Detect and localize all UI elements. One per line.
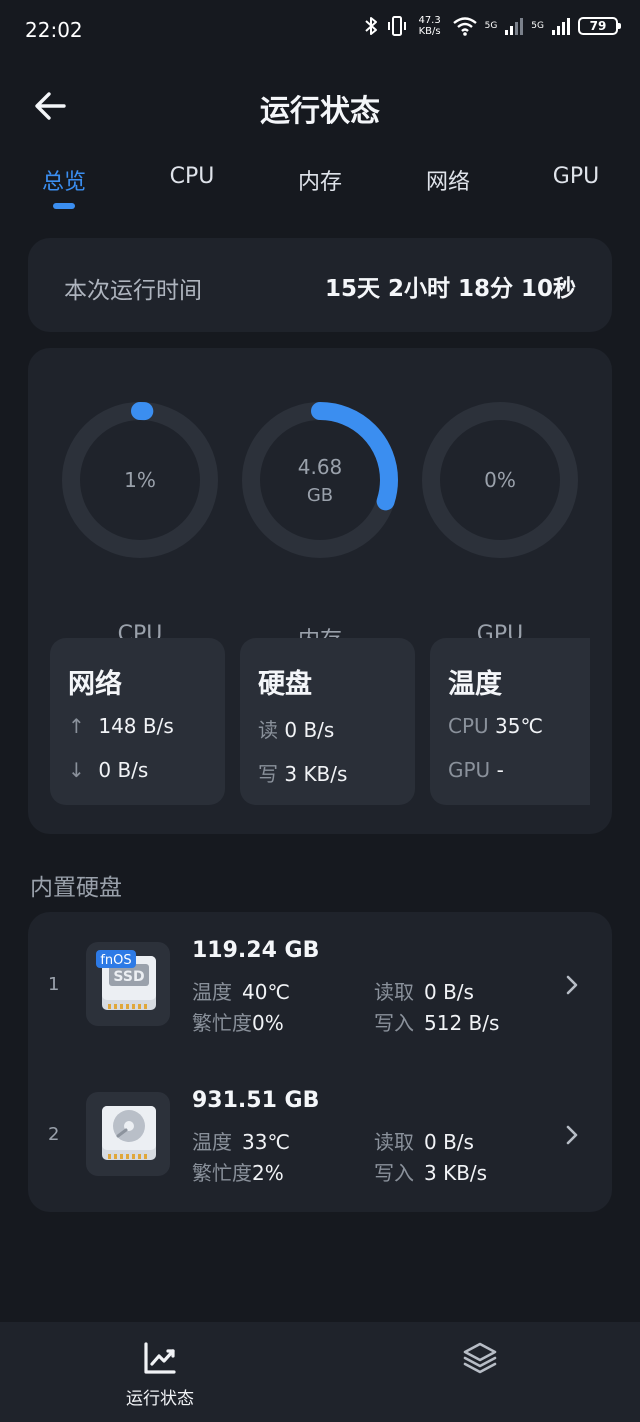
nav-item-status[interactable]: 运行状态 [60, 1322, 260, 1422]
uptime-value: 15天 2小时 18分 10秒 [324, 276, 576, 302]
status-time: 22:02 [25, 18, 83, 42]
cpu-usage-value: 1% [124, 468, 156, 492]
wifi-icon [452, 17, 477, 36]
hdd-icon [86, 1092, 170, 1176]
sim1-label: 5G [484, 21, 498, 31]
uptime-label: 本次运行时间 [64, 278, 202, 304]
signal-icon [552, 18, 570, 35]
disk-list-item[interactable]: 2 931.51 GB 温度 33℃ 繁忙度2% 读取 0 B/s 写入 3 KB/s [28, 1062, 612, 1202]
arrow-down-icon: ↓ [68, 758, 85, 782]
temperature-tile[interactable]: 温度 CPU 35℃ GPU - [430, 638, 590, 805]
network-tile-title: 网络 [68, 669, 122, 700]
disk-read-value: 0 B/s [424, 980, 474, 1004]
chevron-right-icon [566, 1125, 578, 1145]
line-chart-icon [144, 1342, 176, 1374]
nav-label-status: 运行状态 [126, 1389, 194, 1409]
disk-capacity: 119.24 GB [192, 938, 320, 963]
gpu-gauge[interactable]: 0% GPU [420, 400, 580, 647]
disk-temp-key: 温度 [192, 1130, 232, 1154]
net-speed: 47.3 KB/s [418, 15, 441, 37]
bluetooth-icon [364, 17, 377, 35]
cpu-gauge[interactable]: 1% CPU [60, 400, 220, 647]
disk-write-key: 写入 [374, 1161, 414, 1185]
ssd-icon: SSD fnOS [86, 942, 170, 1026]
disk-busy-key: 繁忙度 [192, 1011, 252, 1035]
vibrate-icon [387, 16, 406, 36]
status-icons: 47.3 KB/s 5G 5G 79 [363, 14, 621, 38]
gpu-temp-value: - [496, 758, 504, 782]
sim2-label: 5G [531, 21, 544, 31]
cpu-temp-key: CPU [448, 714, 489, 738]
memory-gauge[interactable]: 4.68 GB 内存 [240, 400, 400, 653]
gpu-usage-value: 0% [484, 468, 516, 492]
disk-write-value: 3 KB/s [284, 762, 348, 786]
disk-busy-value: 0% [252, 1011, 284, 1035]
memory-usage-unit: GB [306, 484, 334, 506]
battery-indicator: 79 [578, 17, 621, 35]
ssd-chip-label: SSD [113, 969, 144, 985]
disk-temp-value: 33℃ [242, 1130, 290, 1154]
disk-read-key: 读取 [374, 980, 414, 1004]
nav-item-layers[interactable] [380, 1322, 580, 1422]
disk-busy-value: 2% [252, 1161, 284, 1185]
memory-usage-value: 4.68 [297, 454, 343, 479]
network-download-value: 0 B/s [98, 758, 149, 782]
status-bar: 22:02 47.3 KB/s 5G 5G 79 [0, 0, 640, 60]
tab-gpu[interactable]: GPU [521, 164, 631, 189]
internal-disks-heading: 内置硬盘 [30, 875, 122, 901]
disk-index: 1 [48, 974, 60, 995]
disk-index: 2 [48, 1124, 60, 1145]
uptime-card: 本次运行时间 15天 2小时 18分 10秒 [28, 238, 612, 332]
network-upload-value: 148 B/s [98, 714, 174, 738]
disk-read-value: 0 B/s [424, 1130, 474, 1154]
disk-io-tile-title: 硬盘 [258, 669, 312, 700]
chevron-right-icon [566, 975, 578, 995]
temperature-tile-title: 温度 [448, 669, 502, 700]
tab-overview[interactable]: 总览 [9, 164, 119, 196]
disk-temp-value: 40℃ [242, 980, 290, 1004]
network-tile[interactable]: 网络 ↑ 148 B/s ↓ 0 B/s [50, 638, 225, 805]
fnos-badge: fnOS [100, 953, 131, 968]
disk-read-key: 读取 [374, 1130, 414, 1154]
disk-temp-key: 温度 [192, 980, 232, 1004]
bottom-nav: 运行状态 [0, 1322, 640, 1422]
tab-memory[interactable]: 内存 [265, 164, 375, 196]
disk-io-tile[interactable]: 硬盘 读 0 B/s 写 3 KB/s [240, 638, 415, 805]
tab-cpu[interactable]: CPU [137, 164, 247, 189]
disk-read-value: 0 B/s [284, 718, 335, 742]
disk-write-key: 写入 [374, 1011, 414, 1035]
arrow-up-icon: ↑ [68, 714, 85, 738]
disk-list-item[interactable]: 1 SSD fnOS 119.24 GB 温度 40℃ 繁忙度0% 读取 0 B/s… [28, 912, 612, 1052]
disk-capacity: 931.51 GB [192, 1088, 320, 1113]
active-tab-indicator [53, 203, 75, 209]
tab-bar: 总览 CPU 内存 网络 GPU [0, 164, 640, 214]
disk-write-value: 512 B/s [424, 1011, 500, 1035]
disk-busy-key: 繁忙度 [192, 1161, 252, 1185]
page-title: 运行状态 [260, 94, 380, 129]
disk-write-value: 3 KB/s [424, 1161, 488, 1185]
layers-icon [463, 1342, 497, 1374]
disk-write-key: 写 [258, 762, 278, 786]
signal-icon [505, 18, 524, 35]
internal-disks-card: 1 SSD fnOS 119.24 GB 温度 40℃ 繁忙度0% 读取 0 B/s… [28, 912, 612, 1212]
disk-read-key: 读 [258, 718, 278, 742]
cpu-temp-value: 35℃ [495, 714, 543, 738]
overview-card: 1% CPU 4.68 GB 内存 0% GPU 网络 ↑ 148 B/s [28, 348, 612, 834]
tab-network[interactable]: 网络 [393, 164, 503, 196]
gpu-temp-key: GPU [448, 758, 491, 782]
